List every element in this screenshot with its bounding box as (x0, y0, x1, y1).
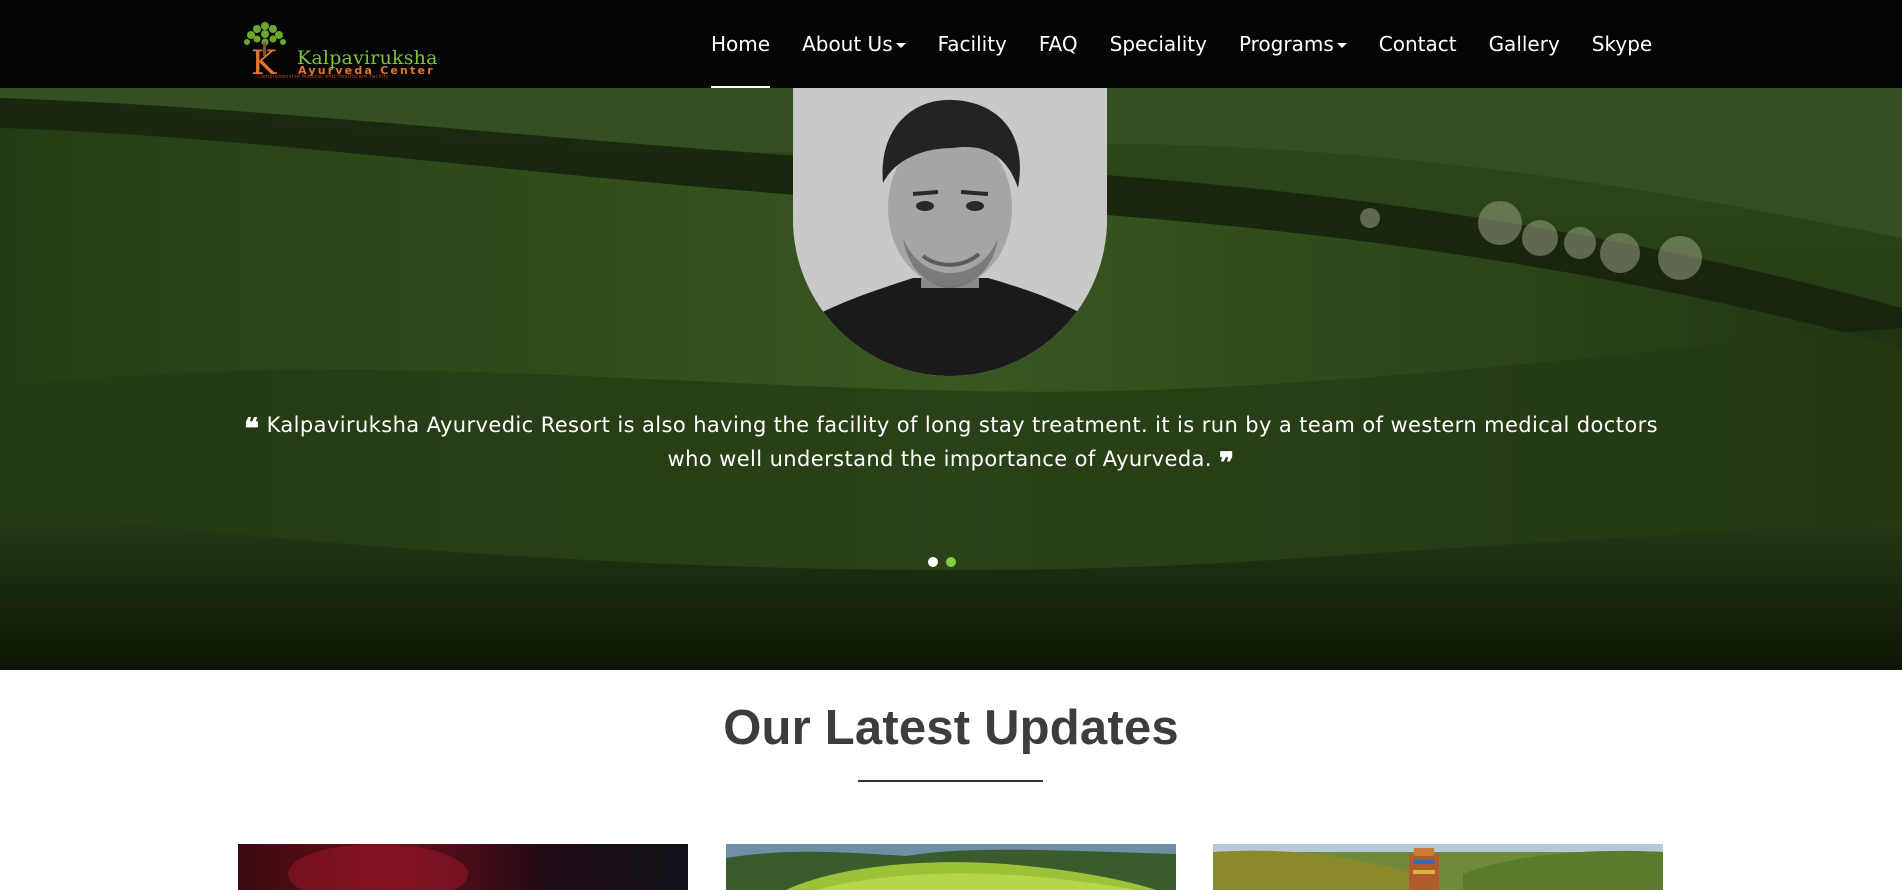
update-image-2 (726, 844, 1176, 890)
nav-faq[interactable]: FAQ (1023, 0, 1094, 88)
title-underline (858, 780, 1043, 782)
caret-down-icon (895, 42, 906, 48)
nav-facility-label: Facility (937, 32, 1007, 56)
nav-skype[interactable]: Skype (1576, 0, 1668, 88)
update-card-2[interactable] (726, 844, 1176, 890)
nav-gallery-label: Gallery (1488, 32, 1560, 56)
nav-home-label: Home (711, 32, 771, 56)
quote-open-icon: ❝ (244, 412, 260, 445)
testimonial-text: Kalpaviruksha Ayurvedic Resort is also h… (266, 413, 1658, 471)
nav-facility[interactable]: Facility (922, 0, 1023, 88)
logo-tagline: Comprehensive Medical and Healthcare Fac… (257, 74, 390, 80)
section-title: Our Latest Updates (723, 701, 1179, 755)
update-image-1 (238, 844, 688, 890)
nav-home[interactable]: Home (695, 0, 786, 88)
slider-dot-1[interactable] (928, 557, 938, 567)
testimonial-quote: ❝ Kalpaviruksha Ayurvedic Resort is also… (230, 410, 1672, 478)
slider-dot-2[interactable] (946, 557, 956, 567)
site-logo[interactable]: K Kalpaviruksha Ayurveda Center Comprehe… (237, 16, 462, 82)
nav-speciality[interactable]: Speciality (1094, 0, 1223, 88)
nav-contact[interactable]: Contact (1363, 0, 1473, 88)
nav-speciality-label: Speciality (1109, 32, 1207, 56)
update-card-1[interactable] (238, 844, 688, 890)
update-card-3[interactable] (1213, 844, 1663, 890)
nav-programs-label: Programs (1238, 32, 1334, 56)
quote-close-icon: ❞ (1218, 446, 1235, 479)
nav-faq-label: FAQ (1038, 32, 1078, 56)
nav-about-us-label: About Us (802, 32, 893, 56)
nav-skype-label: Skype (1591, 32, 1653, 56)
top-navbar: K Kalpaviruksha Ayurveda Center Comprehe… (0, 0, 1902, 88)
slider-pagination (928, 557, 956, 567)
nav-gallery[interactable]: Gallery (1473, 0, 1576, 88)
nav-about-us[interactable]: About Us (786, 0, 922, 88)
nav-programs[interactable]: Programs (1223, 0, 1363, 88)
main-menu: Home About Us Facility FAQ Speciality Pr… (695, 0, 1668, 88)
testimonial-slider: ❝ Kalpaviruksha Ayurvedic Resort is also… (0, 88, 1902, 670)
caret-down-icon (1336, 42, 1347, 48)
update-image-3 (1213, 844, 1663, 890)
nav-contact-label: Contact (1378, 32, 1457, 56)
